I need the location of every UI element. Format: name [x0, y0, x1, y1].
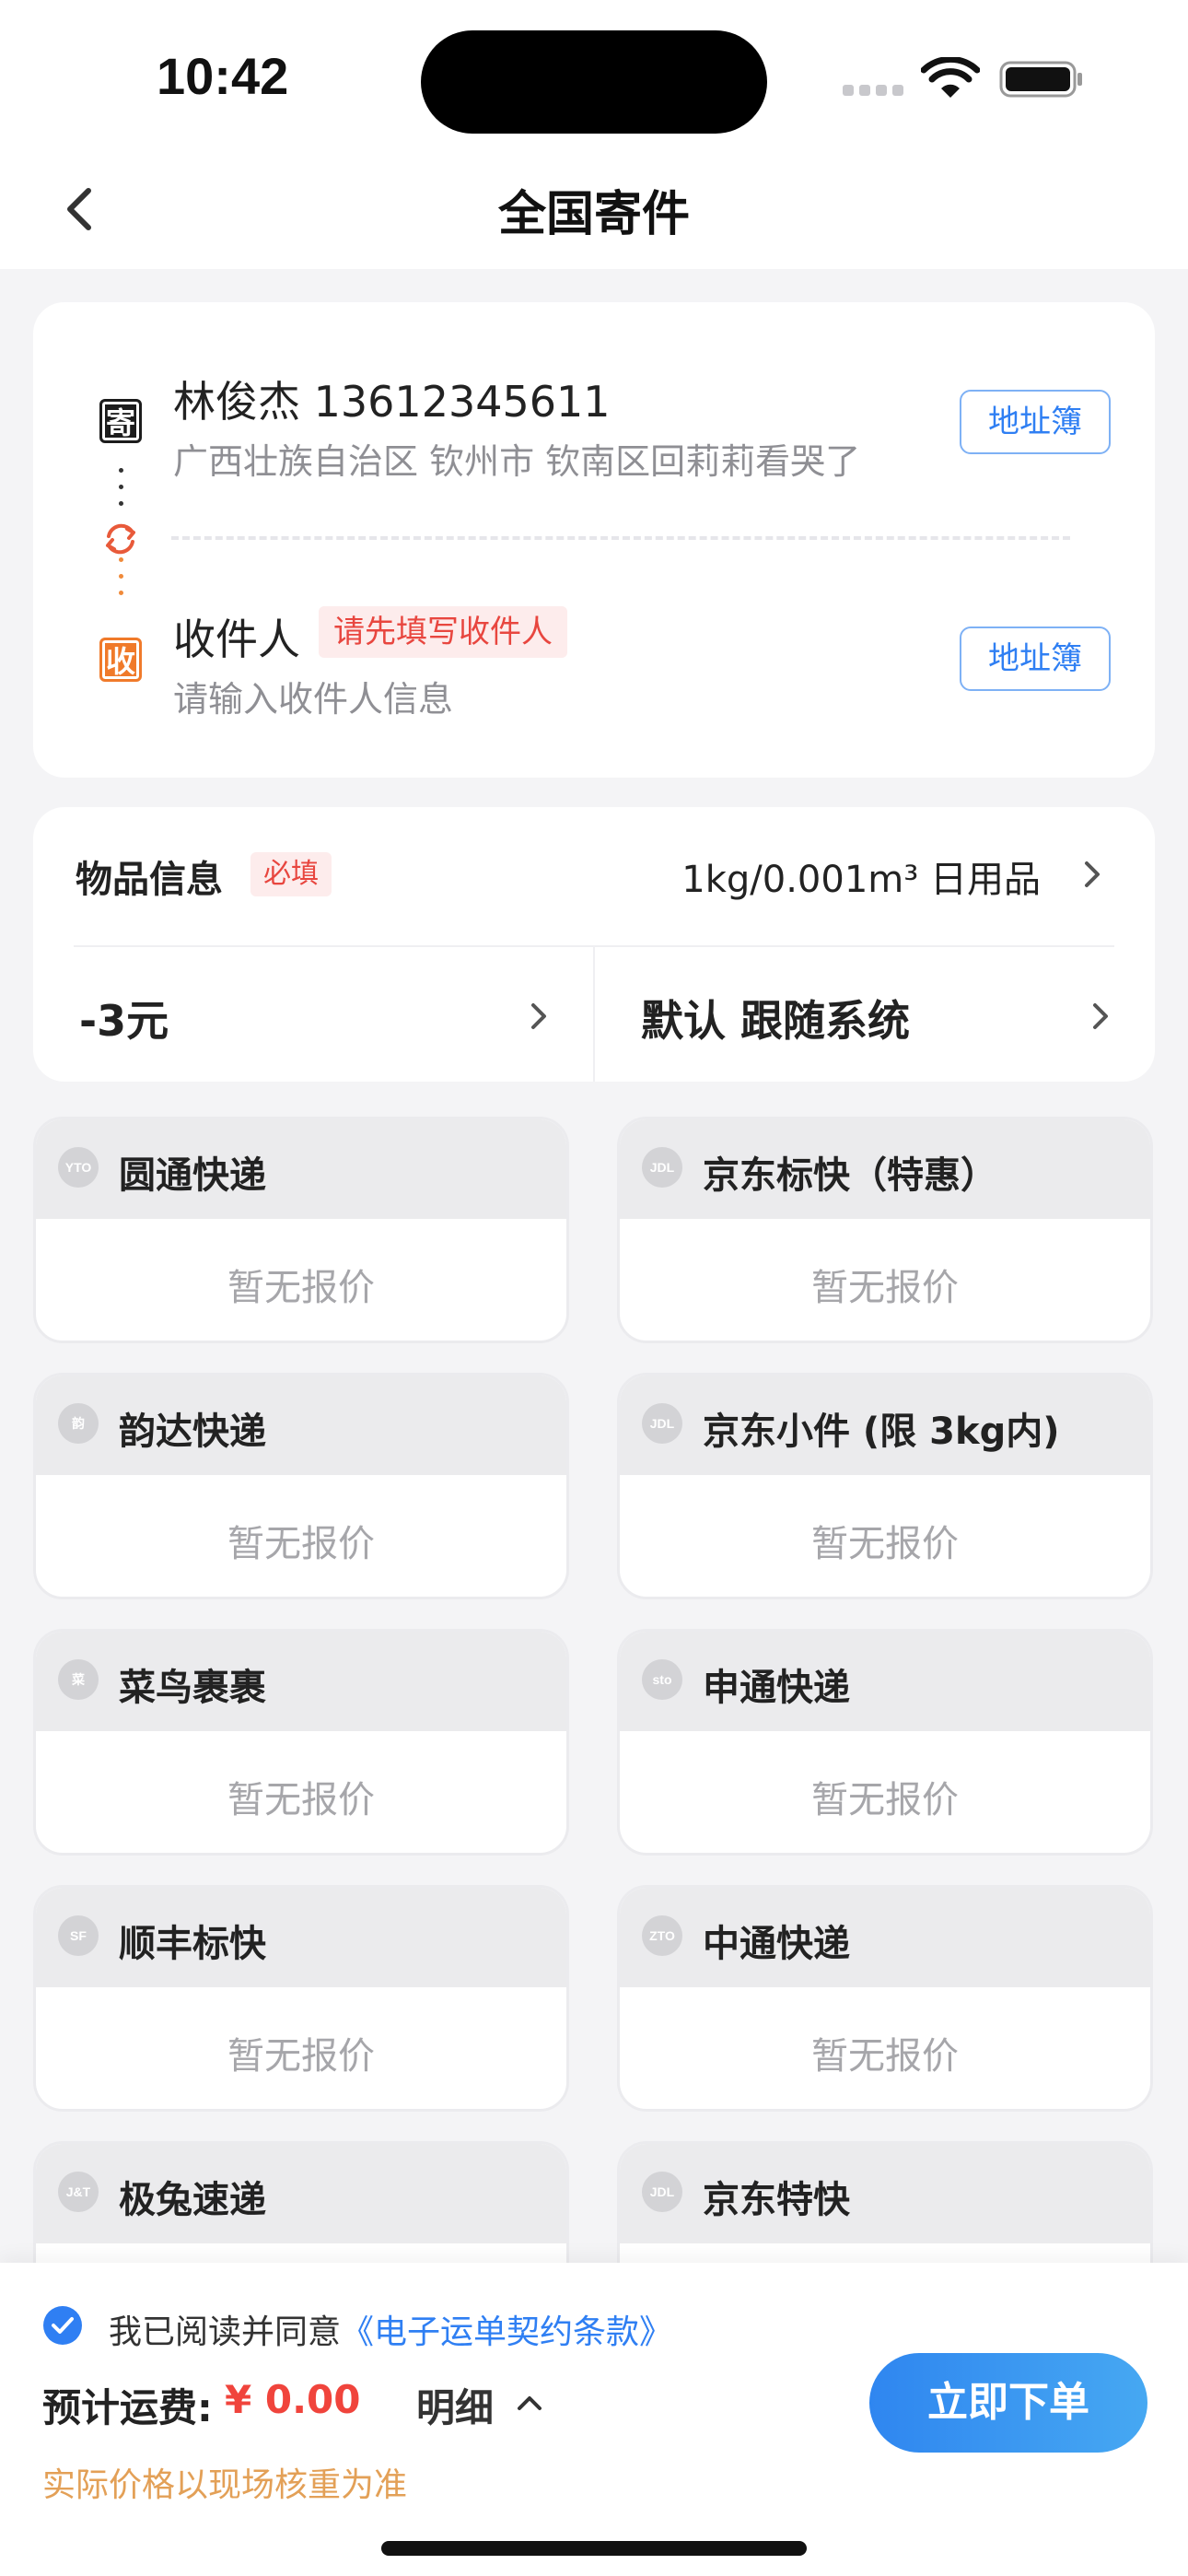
agreement-text: 我已阅读并同意《电子运单契约条款》: [109, 2305, 672, 2353]
place-order-button[interactable]: 立即下单: [869, 2353, 1147, 2453]
sender-address-book-button[interactable]: 地址簿: [960, 390, 1111, 454]
detail-toggle[interactable]: 明细: [416, 2377, 494, 2433]
sender-address[interactable]: 广西壮族自治区 钦州市 钦南区回莉莉看哭了: [173, 433, 860, 484]
courier-card[interactable]: SF 顺丰标快 暂无报价: [33, 1885, 569, 2112]
courier-name: 中通快递: [703, 1923, 850, 1965]
courier-price: 暂无报价: [811, 1523, 959, 1565]
receiver-placeholder[interactable]: 请输入收件人信息: [173, 671, 453, 721]
courier-card[interactable]: YTO 圆通快递 暂无报价: [33, 1117, 569, 1343]
courier-name: 京东特快: [703, 2179, 850, 2221]
connector-dots-orange: [119, 557, 124, 613]
home-indicator: [381, 2541, 807, 2556]
courier-name: 韵达快递: [119, 1411, 266, 1453]
battery-icon: [999, 61, 1082, 98]
courier-price: 暂无报价: [811, 1779, 959, 1821]
courier-card[interactable]: JDL 京东小件 (限 3kg内) 暂无报价: [617, 1373, 1153, 1599]
sender-name[interactable]: 林俊杰 13612345611: [173, 369, 611, 429]
courier-logo-icon: JDL: [642, 1403, 682, 1444]
item-info-value[interactable]: 1kg/0.001m³ 日用品: [681, 849, 1041, 903]
courier-name: 京东小件 (限 3kg内): [703, 1411, 1060, 1453]
receiver-badge: 收: [99, 638, 142, 682]
courier-card-header: [36, 1632, 566, 1731]
courier-logo-icon: 韵: [58, 1403, 99, 1444]
courier-card[interactable]: 菜 菜鸟裹裹 暂无报价: [33, 1629, 569, 1856]
courier-name: 极兔速递: [119, 2179, 266, 2221]
courier-card-header: [36, 2144, 566, 2243]
courier-logo-icon: ZTO: [642, 1915, 682, 1956]
courier-name: 申通快递: [703, 1667, 850, 1709]
courier-logo-icon: sto: [642, 1659, 682, 1700]
courier-price: 暂无报价: [227, 1779, 375, 1821]
courier-card-header: [36, 1888, 566, 1987]
wifi-icon: [921, 57, 980, 98]
courier-logo-icon: JDL: [642, 2172, 682, 2212]
courier-card-header: [36, 1376, 566, 1475]
courier-price: 暂无报价: [811, 1267, 959, 1309]
courier-name: 顺丰标快: [119, 1923, 266, 1965]
item-info-label: 物品信息: [76, 859, 223, 901]
courier-card-header: [620, 1632, 1150, 1731]
cellular-signal-icon: [843, 85, 907, 100]
courier-card-header: [620, 1888, 1150, 1987]
courier-card-header: [620, 2144, 1150, 2243]
courier-logo-icon: SF: [58, 1915, 99, 1956]
item-divider-vertical: [593, 947, 595, 1082]
chevron-right-icon[interactable]: [1082, 859, 1102, 890]
courier-logo-icon: 菜: [58, 1659, 99, 1700]
courier-card[interactable]: JDL 京东标快（特惠） 暂无报价: [617, 1117, 1153, 1343]
agreement-prefix: 我已阅读并同意: [109, 2313, 342, 2351]
status-time: 10:42: [157, 47, 289, 105]
courier-logo-icon: J&T: [58, 2172, 99, 2212]
courier-price: 暂无报价: [811, 2035, 959, 2078]
discount-selector[interactable]: -3元: [79, 988, 169, 1048]
connector-dots: [119, 468, 124, 514]
courier-card[interactable]: sto 申通快递 暂无报价: [617, 1629, 1153, 1856]
chevron-up-icon[interactable]: [516, 2394, 543, 2412]
receiver-label[interactable]: 收件人: [173, 606, 300, 667]
courier-card[interactable]: 韵 韵达快递 暂无报价: [33, 1373, 569, 1599]
chevron-right-icon[interactable]: [1090, 1001, 1111, 1032]
required-tag: 必填: [250, 852, 332, 896]
courier-name: 菜鸟裹裹: [119, 1667, 266, 1709]
freight-value: ¥ 0.00: [225, 2377, 361, 2422]
page-title: 全国寄件: [497, 187, 690, 242]
address-divider: [171, 536, 1070, 540]
receiver-address-book-button[interactable]: 地址簿: [960, 626, 1111, 691]
swap-icon[interactable]: [99, 518, 142, 560]
dynamic-island: [421, 30, 767, 134]
courier-price: 暂无报价: [227, 2035, 375, 2078]
courier-price: 暂无报价: [227, 1523, 375, 1565]
receiver-warning-tag: 请先填写收件人: [319, 606, 567, 658]
price-note: 实际价格以现场核重为准: [42, 2466, 408, 2504]
checkbox-checked-icon[interactable]: [42, 2305, 83, 2346]
courier-name: 京东标快（特惠）: [703, 1154, 997, 1197]
courier-logo-icon: JDL: [642, 1147, 682, 1188]
courier-card[interactable]: ZTO 中通快递 暂无报价: [617, 1885, 1153, 2112]
courier-name: 圆通快递: [119, 1154, 266, 1197]
chevron-right-icon[interactable]: [529, 1001, 549, 1032]
courier-logo-icon: YTO: [58, 1147, 99, 1188]
freight-label: 预计运费:: [42, 2385, 213, 2430]
courier-card-header: [36, 1119, 566, 1219]
settings-selector[interactable]: 默认 跟随系统: [641, 988, 910, 1048]
sender-badge: 寄: [99, 399, 142, 443]
courier-price: 暂无报价: [227, 1267, 375, 1309]
agreement-link[interactable]: 《电子运单契约条款》: [341, 2313, 672, 2351]
